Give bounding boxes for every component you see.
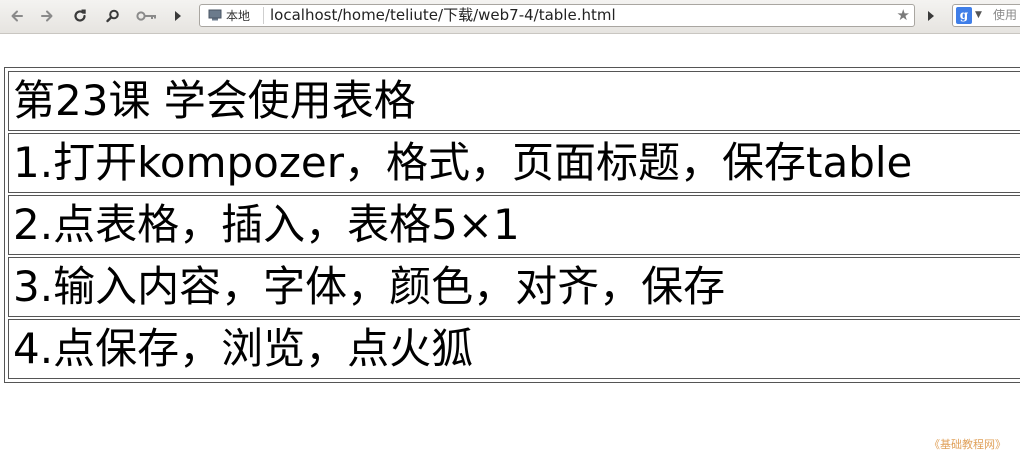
table-row: 3.输入内容，字体，颜色，对齐，保存 <box>8 257 1020 317</box>
url-bar[interactable]: 本地 localhost/home/teliute/下载/web7-4/tabl… <box>199 4 915 27</box>
key-icon[interactable] <box>134 5 160 27</box>
star-icon[interactable]: ★ <box>897 6 910 25</box>
browser-toolbar: 本地 localhost/home/teliute/下载/web7-4/tabl… <box>0 0 1020 34</box>
magnifier-icon[interactable] <box>102 5 124 27</box>
identity-label: 本地 <box>226 9 251 23</box>
chevron-right-icon[interactable] <box>167 5 189 27</box>
step-cell: 2.点表格，插入，表格5×1 <box>8 195 1020 255</box>
dropdown-arrow-icon[interactable]: ▼ <box>975 7 982 24</box>
step-cell: 4.点保存，浏览，点火狐 <box>8 319 1020 379</box>
site-identity[interactable]: 本地 <box>202 7 264 24</box>
table-row: 2.点表格，插入，表格5×1 <box>8 195 1020 255</box>
google-icon[interactable]: g <box>956 7 972 24</box>
search-bar[interactable]: g ▼ 使用 <box>952 4 1020 27</box>
forward-arrow-icon[interactable] <box>36 5 58 27</box>
page-icon <box>208 6 222 25</box>
table-row: 第23课 学会使用表格 <box>8 71 1020 131</box>
url-text[interactable]: localhost/home/teliute/下载/web7-4/table.h… <box>270 6 616 25</box>
step-cell: 1.打开kompozer，格式，页面标题，保存table <box>8 133 1020 193</box>
step-cell: 3.输入内容，字体，颜色，对齐，保存 <box>8 257 1020 317</box>
table-row: 1.打开kompozer，格式，页面标题，保存table <box>8 133 1020 193</box>
watermark: 《基础教程网》 <box>929 438 1006 451</box>
reload-icon[interactable] <box>69 5 91 27</box>
table-row: 4.点保存，浏览，点火狐 <box>8 319 1020 379</box>
search-placeholder[interactable]: 使用 <box>993 6 1017 25</box>
lesson-table: 第23课 学会使用表格 1.打开kompozer，格式，页面标题，保存table… <box>4 67 1020 383</box>
back-arrow-icon[interactable] <box>6 5 28 27</box>
chevron-right-icon[interactable] <box>922 5 940 27</box>
lesson-title-cell: 第23课 学会使用表格 <box>8 71 1020 131</box>
